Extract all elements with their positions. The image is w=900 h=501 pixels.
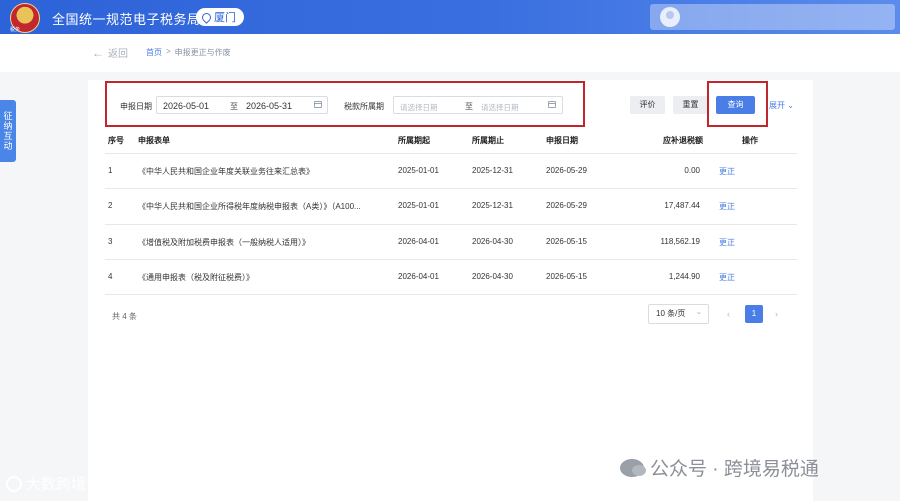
row-3-amount: 118,562.19 [660, 237, 700, 246]
breadcrumb-bar [0, 34, 900, 72]
row-1-start: 2025-01-01 [398, 166, 439, 175]
row-2-form: 《中华人民共和国企业所得税年度纳税申报表（A类）》（A100... [138, 202, 361, 211]
total-count: 共 4 条 [112, 312, 137, 321]
row-4-correct-link[interactable]: 更正 [719, 272, 735, 283]
row-4-form: 《通用申报表（税及附征税费）》 [138, 273, 254, 282]
evaluate-button[interactable]: 评价 [630, 96, 665, 114]
expand-toggle[interactable]: 展开 ⌄ [769, 100, 794, 111]
row-3-form: 《增值税及附加税费申报表（一般纳税人适用）》 [138, 238, 310, 247]
chevron-down-icon: ⌄ [787, 101, 794, 110]
interaction-side-tab[interactable]: 征纳互动 [0, 100, 16, 162]
row-1-date: 2026-05-29 [546, 166, 587, 175]
row-2-end: 2025-12-31 [472, 201, 513, 210]
query-highlight-box [707, 81, 768, 127]
expand-label: 展开 [769, 101, 785, 110]
row-2-correct-link[interactable]: 更正 [719, 201, 735, 212]
column-header-action: 操作 [742, 136, 758, 145]
region-label: 厦门 [214, 12, 236, 24]
row-4-no: 4 [108, 272, 113, 281]
page-1-button[interactable]: 1 [745, 305, 763, 323]
row-divider [105, 294, 797, 295]
row-4-start: 2026-04-01 [398, 272, 439, 281]
breadcrumb: 首页 > 申报更正与作废 [146, 47, 231, 58]
row-1-correct-link[interactable]: 更正 [719, 166, 735, 177]
row-2-date: 2026-05-29 [546, 201, 587, 210]
row-3-end: 2026-04-30 [472, 237, 513, 246]
main-card [88, 80, 813, 501]
row-3-correct-link[interactable]: 更正 [719, 237, 735, 248]
next-page-button[interactable]: › [775, 309, 778, 319]
row-4-end: 2026-04-30 [472, 272, 513, 281]
column-header-date: 申报日期 [546, 136, 578, 145]
row-divider [105, 259, 797, 260]
watermark-right-text: 公众号 · 跨境易税通 [650, 459, 819, 480]
chevron-down-icon[interactable]: ⌄ [696, 308, 702, 316]
row-2-start: 2025-01-01 [398, 201, 439, 210]
region-selector[interactable]: 厦门 [196, 8, 244, 26]
column-header-form: 申报表单 [138, 136, 170, 145]
wechat-icon [620, 458, 646, 477]
column-header-start: 所属期起 [398, 136, 430, 145]
row-1-no: 1 [108, 166, 113, 175]
back-button[interactable]: ← 返回 [92, 45, 128, 61]
prev-page-button[interactable]: ‹ [727, 309, 730, 319]
row-2-amount: 17,487.44 [664, 201, 700, 210]
arrow-left-icon: ← [92, 45, 104, 60]
column-header-amount: 应补退税额 [663, 136, 703, 145]
site-title: 全国统一规范电子税务局 [52, 12, 201, 27]
column-header-end: 所属期止 [472, 136, 504, 145]
watermark-left-text: 大数跨境 [26, 476, 87, 493]
logo-caption: 税务 [10, 27, 21, 33]
back-label: 返回 [108, 49, 128, 60]
row-3-no: 3 [108, 237, 113, 246]
watermark-left: 大数跨境 [6, 473, 86, 494]
row-divider [105, 188, 797, 189]
reset-button[interactable]: 重置 [673, 96, 708, 114]
watermark-right: 公众号 · 跨境易税通 [620, 454, 819, 481]
row-1-end: 2025-12-31 [472, 166, 513, 175]
row-divider [105, 224, 797, 225]
breadcrumb-home[interactable]: 首页 [146, 47, 162, 58]
row-1-amount: 0.00 [684, 166, 700, 175]
row-4-amount: 1,244.90 [668, 272, 700, 281]
user-info-area[interactable] [650, 4, 895, 30]
row-divider [105, 153, 797, 154]
filter-highlight-box [105, 81, 585, 127]
avatar[interactable] [660, 7, 680, 27]
row-2-no: 2 [108, 201, 113, 210]
row-3-start: 2026-04-01 [398, 237, 439, 246]
row-3-date: 2026-05-15 [546, 237, 587, 246]
breadcrumb-current: 申报更正与作废 [174, 48, 231, 57]
breadcrumb-separator: > [166, 47, 171, 56]
brand-person-icon [6, 475, 22, 492]
row-1-form: 《中华人民共和国企业年度关联业务往来汇总表》 [138, 167, 314, 176]
row-4-date: 2026-05-15 [546, 272, 587, 281]
location-pin-icon [200, 10, 213, 24]
column-header-no: 序号 [108, 136, 124, 145]
side-tab-label: 征纳互动 [3, 111, 13, 151]
